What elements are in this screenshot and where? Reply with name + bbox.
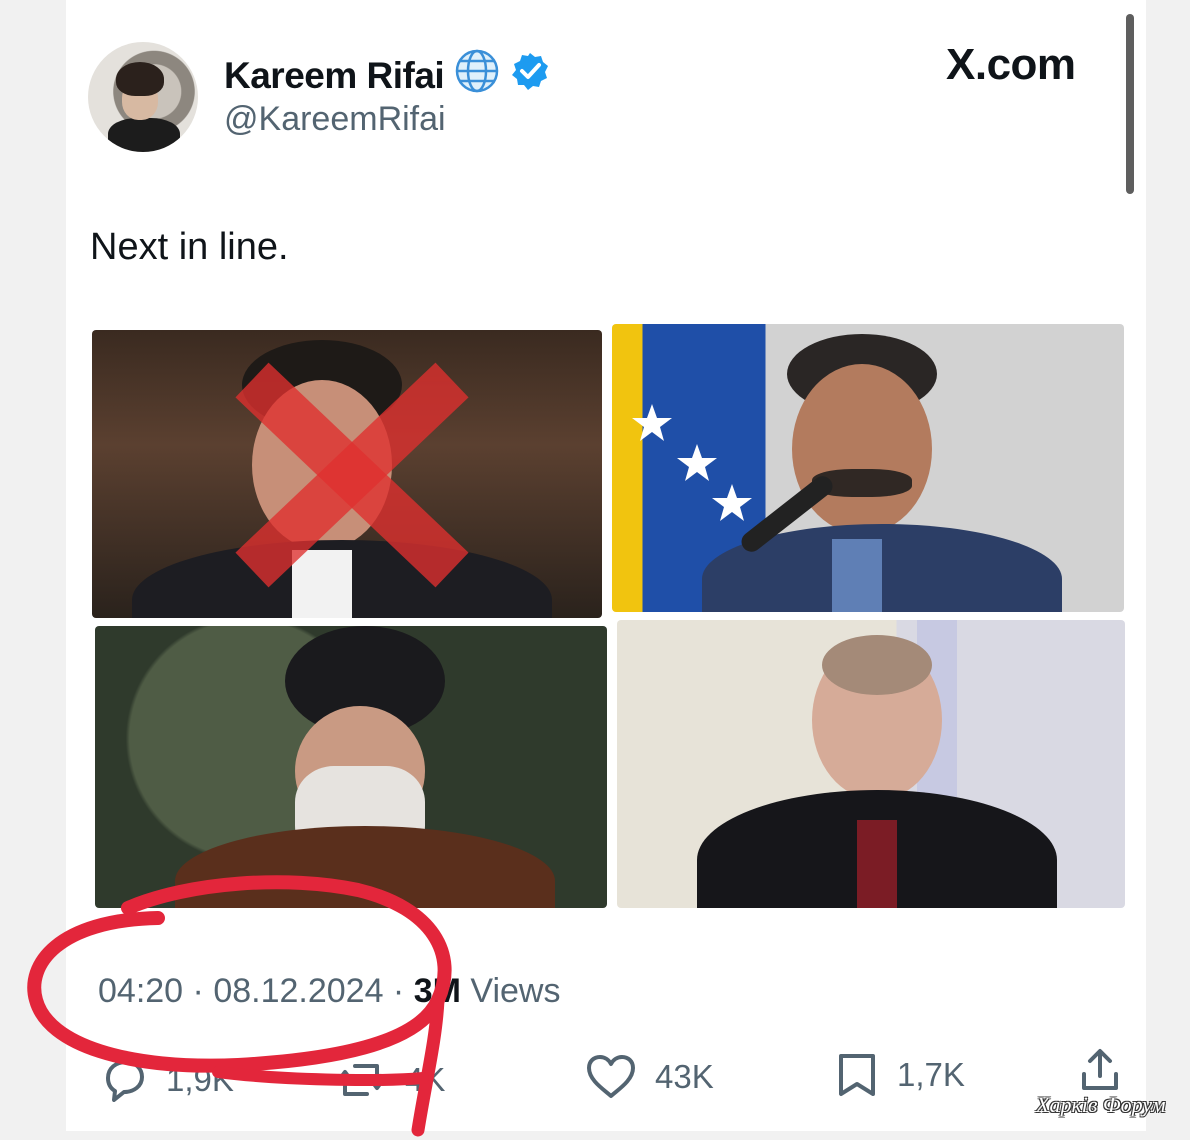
reply-button[interactable]: 1,9K bbox=[100, 1058, 234, 1102]
views-count: 3M bbox=[413, 972, 461, 1010]
bookmark-icon bbox=[839, 1054, 875, 1096]
timestamp-separator: · bbox=[183, 972, 214, 1010]
share-button[interactable] bbox=[1076, 1046, 1124, 1094]
retweet-count: 4K bbox=[405, 1061, 446, 1098]
avatar[interactable] bbox=[88, 42, 198, 152]
heart-icon bbox=[587, 1055, 635, 1098]
tweet-photo-2[interactable] bbox=[612, 324, 1124, 612]
like-button[interactable]: 43K bbox=[585, 1054, 714, 1100]
forum-watermark: Харків Форум bbox=[1036, 1092, 1166, 1117]
retweet-icon bbox=[337, 1064, 385, 1096]
tweet-photo-3[interactable] bbox=[95, 626, 607, 908]
tweet-date[interactable]: 08.12.2024 bbox=[213, 972, 383, 1011]
site-label: X.com bbox=[946, 40, 1076, 89]
like-count: 43K bbox=[655, 1058, 714, 1095]
retweet-button[interactable]: 4K bbox=[335, 1058, 445, 1102]
user-handle[interactable]: @KareemRifai bbox=[224, 100, 446, 139]
bookmark-count: 1,7K bbox=[897, 1056, 965, 1093]
tweet-photo-4[interactable] bbox=[617, 620, 1125, 908]
x-logo: X.com bbox=[946, 40, 1076, 90]
reply-count: 1,9K bbox=[166, 1061, 234, 1098]
action-bar: 1,9K 4K 43K 1,7K bbox=[0, 1049, 1190, 1110]
display-name-text[interactable]: Kareem Rifai bbox=[224, 55, 445, 97]
globe-icon bbox=[454, 48, 500, 103]
red-cross-mark bbox=[235, 362, 469, 588]
bookmark-button[interactable]: 1,7K bbox=[835, 1052, 965, 1098]
scrollbar[interactable] bbox=[1126, 14, 1134, 194]
verified-badge-icon[interactable] bbox=[510, 51, 550, 100]
tweet-photo-1[interactable] bbox=[92, 330, 602, 618]
tweet-timestamp[interactable]: 04:20 · 08.12.2024 · 3M Views bbox=[98, 972, 560, 1011]
reply-icon bbox=[106, 1060, 144, 1102]
tweet-text: Next in line. bbox=[90, 226, 289, 268]
views-label: Views bbox=[460, 972, 561, 1010]
display-name[interactable]: Kareem Rifai bbox=[224, 48, 550, 103]
share-icon bbox=[1082, 1049, 1118, 1090]
tweet-time[interactable]: 04:20 bbox=[98, 972, 183, 1011]
